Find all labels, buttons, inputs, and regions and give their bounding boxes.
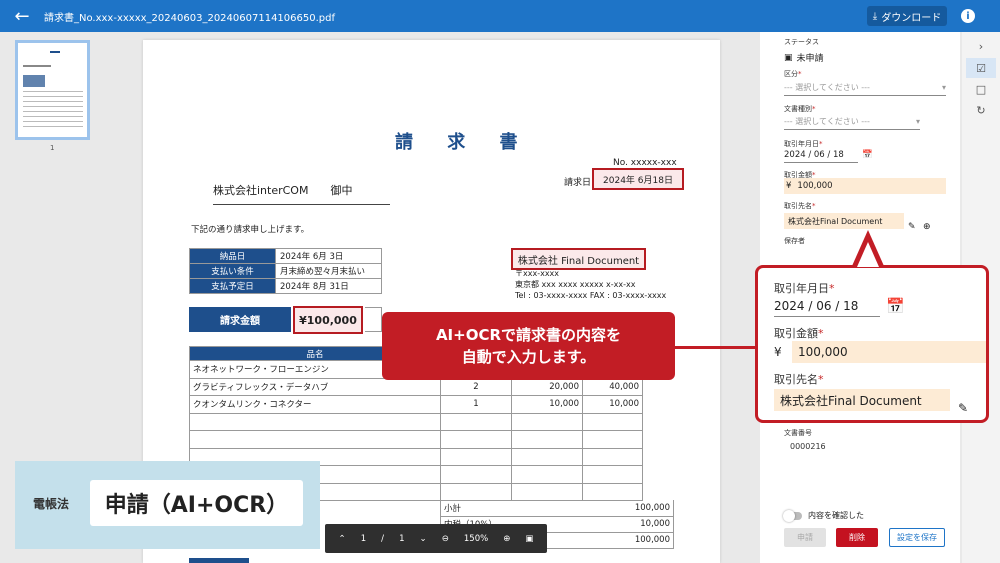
category-label: 区分 — [784, 70, 798, 78]
docno-label: 文書番号 — [784, 429, 812, 437]
table-row — [189, 430, 643, 449]
dropdown-arrow-icon: ▾ — [941, 83, 946, 92]
zoom-out-icon[interactable]: ⊖ — [442, 534, 449, 544]
doctype-select[interactable]: --- 選択してください --- ▾ — [784, 114, 920, 130]
comment-icon[interactable]: □ — [973, 81, 989, 97]
info-value: 月末締め翌々月末払い — [275, 263, 382, 279]
zoom-partner-value: 株式会社Final Document — [774, 389, 950, 411]
supplier-name-highlight: 株式会社 Final Document — [511, 248, 646, 270]
page-separator: / — [381, 533, 385, 544]
chevron-right-icon[interactable]: › — [973, 38, 989, 54]
docno-value: 0000216 — [790, 442, 826, 451]
save-settings-button[interactable]: 設定を保存 — [889, 528, 945, 547]
callout-line-1: AI+OCRで請求書の内容を — [435, 326, 622, 344]
invoice-date-highlight: 2024年 6月18日 — [592, 168, 684, 190]
invoice-date-label: 請求日 — [564, 178, 592, 188]
currency-symbol: ¥ — [786, 181, 792, 191]
doctype-label: 文書種別 — [784, 105, 812, 113]
zoom-date-value: 2024 / 06 / 18 — [774, 295, 880, 317]
checklist-icon[interactable]: ☑ — [966, 58, 996, 78]
delete-button[interactable]: 削除 — [836, 528, 878, 547]
total-value: 100,000 — [535, 532, 674, 549]
intro-text: 下記の通り請求申し上げます。 — [191, 225, 310, 235]
edit-icon[interactable]: ✎ — [908, 219, 916, 235]
amount-input[interactable]: ¥ 100,000 — [784, 178, 946, 194]
recipient: 株式会社interCOM 御中 — [213, 182, 390, 205]
status-value: 未申請 — [796, 54, 824, 64]
total-key: 小計 — [440, 500, 536, 517]
page-down-icon[interactable]: ⌄ — [420, 534, 427, 544]
status-label: ステータス — [784, 38, 819, 46]
document-title: 請 求 書 — [395, 132, 532, 153]
back-arrow-icon[interactable]: ← — [6, 0, 38, 32]
feature-badge: 電帳法 申請（AI+OCR） — [15, 461, 320, 549]
page-up-icon[interactable]: ⌃ — [339, 534, 346, 544]
zoom-level: 150% — [463, 533, 489, 544]
download-button[interactable]: ⤓ ダウンロード — [867, 6, 947, 26]
total-value: 100,000 — [535, 500, 674, 517]
edit-icon: ✎ — [958, 401, 969, 415]
date-input[interactable]: 2024 / 06 / 18 — [784, 147, 858, 163]
page-thumbnail[interactable] — [15, 40, 90, 140]
zoom-in-icon[interactable]: ⊕ — [503, 534, 510, 544]
total-value: 10,000 — [535, 516, 674, 533]
status: ▣ 未申請 — [784, 51, 824, 65]
badge-title: 申請（AI+OCR） — [90, 480, 303, 526]
pdf-toolbar: ⌃ 1 / 1 ⌄ ⊖ 150% ⊕ ▣ — [325, 524, 547, 553]
refresh-icon[interactable]: ↻ — [973, 102, 989, 118]
total-pages: 1 — [399, 533, 405, 544]
keeper-label: 保存者 — [784, 237, 805, 245]
add-icon[interactable]: ⊕ — [923, 219, 931, 235]
document-number: No. xxxxx-xxx — [613, 158, 677, 168]
dropdown-arrow-icon: ▾ — [915, 117, 920, 126]
callout-line-2: 自動で入力します。 — [461, 348, 596, 366]
info-value: 2024年 8月 31日 — [275, 278, 382, 294]
zoom-amount-value: 100,000 — [792, 341, 986, 363]
thumbnail-page-number: 1 — [50, 144, 55, 152]
current-page[interactable]: 1 — [361, 534, 366, 544]
supplier-phone: Tel : 03-xxxx-xxxx FAX : 03-xxxx-xxxx — [515, 291, 667, 300]
info-value: 2024年 6月 3日 — [275, 248, 382, 264]
zoom-partner-label: 取引先名 — [774, 373, 818, 386]
table-row: グラビティフレックス・データハブ 2 20,000 40,000 — [189, 377, 643, 396]
apply-button[interactable]: 申請 — [784, 528, 826, 547]
category-select[interactable]: --- 選択してください --- ▾ — [784, 80, 946, 96]
delivery-info-table: 納品日 2024年 6月 3日 支払い条件 月末締め翌々月末払い 支払予定日 2024… — [189, 248, 382, 294]
zoom-currency: ¥ — [774, 345, 782, 359]
table-row: クオンタムリンク・コネクター 1 10,000 10,000 — [189, 395, 643, 414]
download-icon: ⤓ — [872, 10, 878, 22]
zoom-date-label: 取引年月日 — [774, 282, 829, 295]
fit-page-icon[interactable]: ▣ — [525, 534, 533, 544]
amount-label: 請求金額 — [189, 307, 291, 332]
callout-box: AI+OCRで請求書の内容を 自動で入力します。 — [382, 312, 675, 380]
supplier-postal: 〒xxx-xxxx — [515, 269, 560, 278]
inbox-icon: ▣ — [784, 52, 793, 63]
info-icon[interactable]: i — [961, 9, 975, 23]
info-key: 支払予定日 — [189, 278, 276, 294]
supplier-address: 東京都 xxx xxxx xxxxx x-xx-xx — [515, 280, 636, 289]
calendar-icon: 📅 — [886, 297, 905, 315]
info-key: 納品日 — [189, 248, 276, 264]
confirm-label: 内容を確認した — [808, 511, 864, 520]
download-label: ダウンロード — [881, 12, 942, 24]
table-row — [189, 412, 643, 431]
confirm-toggle[interactable]: 内容を確認した — [783, 509, 864, 522]
partner-input[interactable]: 株式会社Final Document — [784, 213, 904, 229]
file-name: 請求書_No.xxx-xxxxx_20240603_20240607114106… — [44, 12, 336, 24]
top-bar: ← 請求書_No.xxx-xxxxx_20240603_202406071141… — [0, 0, 1000, 32]
calendar-icon[interactable]: 📅 — [862, 147, 873, 163]
badge-category: 電帳法 — [33, 497, 70, 511]
info-key: 支払い条件 — [189, 263, 276, 279]
zoom-amount-label: 取引金額 — [774, 327, 818, 340]
amount-value-highlight: ¥100,000 — [293, 306, 363, 334]
partner-label: 取引先名 — [784, 202, 812, 210]
zoomed-fields-box: 取引年月日* 2024 / 06 / 18 📅 取引金額* ¥ 100,000 … — [755, 265, 989, 423]
